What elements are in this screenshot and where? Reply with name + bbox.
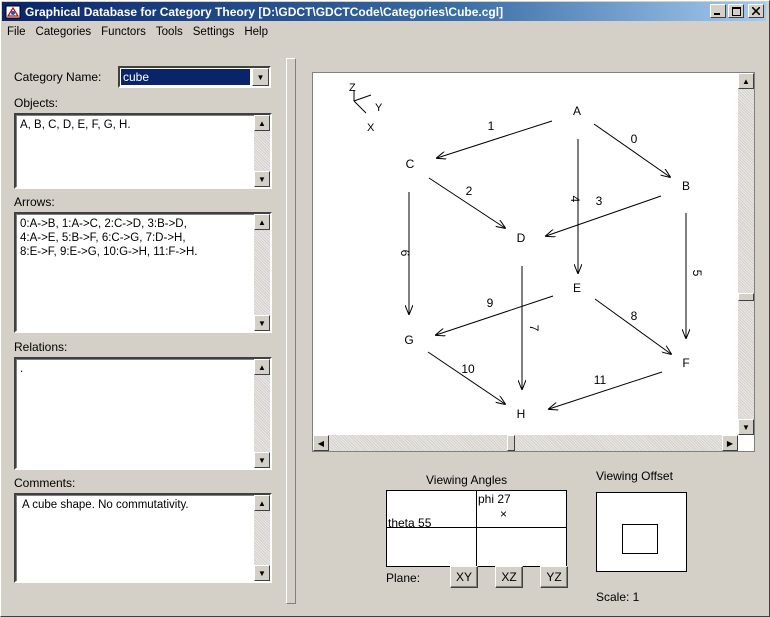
graph-nodes: A B C D E F G H <box>404 104 690 421</box>
scroll-down-icon[interactable]: ▼ <box>254 565 270 581</box>
relations-label: Relations: <box>14 340 68 354</box>
menu-bar: File Categories Functors Tools Settings … <box>2 22 766 42</box>
plane-xz-button[interactable]: XZ <box>495 566 523 588</box>
vscroll-thumb[interactable] <box>738 293 754 301</box>
offset-viewport[interactable] <box>622 524 658 554</box>
graph-node[interactable]: F <box>682 356 689 370</box>
theta-label: theta 55 <box>388 516 432 530</box>
graph-node[interactable]: E <box>573 281 581 295</box>
scroll-up-icon[interactable]: ▲ <box>254 495 270 511</box>
relations-field[interactable]: . ▲ ▼ <box>14 357 272 470</box>
comments-text[interactable]: A cube shape. No commutativity. <box>18 497 252 579</box>
scroll-up-icon[interactable]: ▲ <box>254 115 270 131</box>
arrow-label: 10 <box>461 362 475 376</box>
arrow-label: 0 <box>631 132 638 146</box>
canvas-hscrollbar[interactable]: ◀ ▶ <box>313 435 738 451</box>
graph-svg[interactable]: Z Y X 0 1 2 3 4 5 6 7 8 9 10 11 A B C D E F G H <box>313 73 738 435</box>
comments-scrollbar[interactable]: ▲ ▼ <box>254 495 270 581</box>
menu-functors[interactable]: Functors <box>96 26 151 38</box>
graph-node[interactable]: D <box>517 231 526 245</box>
scroll-up-icon[interactable]: ▲ <box>254 214 270 230</box>
graph-arrow[interactable] <box>594 298 671 354</box>
menu-file[interactable]: File <box>2 26 31 38</box>
scroll-down-icon[interactable]: ▼ <box>254 452 270 468</box>
relations-text[interactable]: . <box>18 361 252 466</box>
arrow-label: 5 <box>690 270 704 277</box>
plane-label: Plane: <box>386 571 421 585</box>
axis-y-label: Y <box>375 102 383 114</box>
phi-label: phi 27 <box>478 492 511 506</box>
comments-field[interactable]: A cube shape. No commutativity. ▲ ▼ <box>14 493 272 583</box>
arrow-label: 11 <box>594 373 607 387</box>
close-icon <box>752 7 760 15</box>
angle-marker-icon[interactable]: × <box>500 507 507 521</box>
arrow-label: 7 <box>527 325 541 332</box>
comments-label: Comments: <box>14 476 76 490</box>
graph-node[interactable]: A <box>573 104 581 118</box>
scroll-down-icon[interactable]: ▼ <box>254 315 270 331</box>
close-button[interactable] <box>748 4 764 18</box>
axes-indicator: Z Y X <box>349 82 383 134</box>
axis-z-label: Z <box>349 82 356 94</box>
plane-xy-button[interactable]: XY <box>450 566 478 588</box>
hscroll-thumb[interactable] <box>507 435 515 451</box>
graph-node[interactable]: C <box>406 157 415 171</box>
graph-edges: 0 1 2 3 4 5 6 7 8 9 10 11 <box>398 119 704 409</box>
minimize-button[interactable] <box>710 4 726 18</box>
scroll-up-icon[interactable]: ▲ <box>254 359 270 375</box>
plane-yz-button[interactable]: YZ <box>540 566 568 588</box>
arrow-label: 4 <box>568 196 582 203</box>
menu-categories[interactable]: Categories <box>31 26 97 38</box>
viewing-angles-title: Viewing Angles <box>426 473 508 487</box>
menu-settings[interactable]: Settings <box>188 26 240 38</box>
scroll-down-icon[interactable]: ▼ <box>738 419 754 435</box>
objects-text[interactable]: A, B, C, D, E, F, G, H. <box>18 117 252 185</box>
scale-label: Scale: 1 <box>596 590 640 604</box>
category-name-value: cube <box>121 69 250 85</box>
maximize-button[interactable] <box>728 4 744 18</box>
panel-splitter[interactable] <box>286 58 296 604</box>
graph-arrow[interactable] <box>546 195 662 236</box>
arrow-label: 9 <box>487 296 494 310</box>
category-name-label: Category Name: <box>14 70 102 84</box>
scroll-down-icon[interactable]: ▼ <box>254 171 270 187</box>
viewing-offset-pad[interactable] <box>596 492 687 572</box>
arrows-label: Arrows: <box>14 195 55 209</box>
menu-tools[interactable]: Tools <box>151 26 188 38</box>
graph-node[interactable]: G <box>404 333 413 347</box>
title-bar[interactable]: Graphical Database for Category Theory [… <box>2 2 766 21</box>
arrow-label: 8 <box>631 309 638 323</box>
graph-arrow[interactable] <box>437 120 553 158</box>
arrows-field[interactable]: 0:A->B, 1:A->C, 2:C->D, 3:B->D, 4:A->E, … <box>14 212 272 333</box>
arrows-scrollbar[interactable]: ▲ ▼ <box>254 214 270 331</box>
app-logo-icon <box>5 4 21 20</box>
graph-canvas[interactable]: Z Y X 0 1 2 3 4 5 6 7 8 9 10 11 A B C D E F G H <box>312 72 755 452</box>
viewing-angles-pad[interactable]: phi 27 theta 55 × <box>386 490 567 567</box>
viewing-offset-title: Viewing Offset <box>596 469 673 483</box>
dropdown-arrow-icon[interactable]: ▼ <box>252 68 269 86</box>
arrow-label: 6 <box>398 250 412 257</box>
relations-scrollbar[interactable]: ▲ ▼ <box>254 359 270 468</box>
maximize-icon <box>731 6 741 16</box>
category-name-select[interactable]: cube ▼ <box>118 66 271 88</box>
scroll-up-icon[interactable]: ▲ <box>738 73 754 89</box>
objects-label: Objects: <box>14 96 59 110</box>
objects-field[interactable]: A, B, C, D, E, F, G, H. ▲ ▼ <box>14 113 272 189</box>
scroll-left-icon[interactable]: ◀ <box>313 435 329 451</box>
arrow-label: 3 <box>596 194 603 208</box>
arrow-label: 1 <box>488 119 495 133</box>
window-title: Graphical Database for Category Theory [… <box>25 4 504 19</box>
graph-arrow[interactable] <box>427 351 505 404</box>
arrows-text[interactable]: 0:A->B, 1:A->C, 2:C->D, 3:B->D, 4:A->E, … <box>18 216 252 329</box>
canvas-vscrollbar[interactable]: ▲ ▼ <box>738 73 754 435</box>
arrow-label: 2 <box>466 184 473 198</box>
scroll-right-icon[interactable]: ▶ <box>722 435 738 451</box>
objects-scrollbar[interactable]: ▲ ▼ <box>254 115 270 187</box>
menu-help[interactable]: Help <box>239 26 273 38</box>
graph-node[interactable]: H <box>517 407 526 421</box>
minimize-icon <box>714 13 720 15</box>
graph-node[interactable]: B <box>682 179 690 193</box>
axis-x-label: X <box>367 122 375 134</box>
